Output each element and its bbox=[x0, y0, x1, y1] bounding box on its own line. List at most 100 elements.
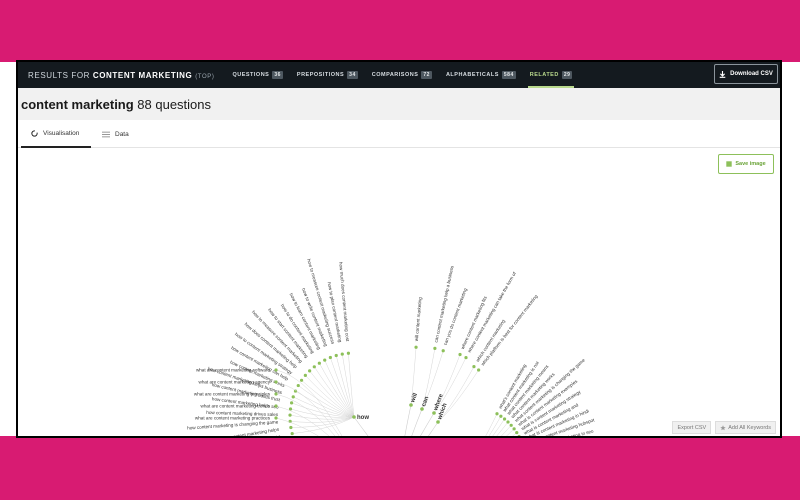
view-tabs: Visualisation Data bbox=[18, 120, 780, 148]
branch-which-link bbox=[428, 421, 439, 436]
add-all-keywords-button[interactable]: Add All Keywords bbox=[715, 421, 776, 434]
results-suffix: (TOP) bbox=[195, 73, 215, 80]
leaf-node bbox=[312, 365, 316, 369]
leaf-node bbox=[502, 417, 507, 421]
leaf-link bbox=[485, 413, 498, 436]
leaf-node bbox=[472, 365, 476, 369]
leaf-node bbox=[512, 427, 516, 431]
leaf-label[interactable]: will content marketing bbox=[414, 297, 423, 342]
tab-count-badge: 34 bbox=[347, 71, 358, 79]
leaf-node bbox=[515, 430, 519, 435]
download-csv-label: Download CSV bbox=[730, 71, 773, 77]
branch-will-label[interactable]: will bbox=[410, 392, 419, 404]
results-heading: RESULTS FOR CONTENT MARKETING (TOP) bbox=[28, 71, 214, 80]
leaf-node bbox=[303, 373, 307, 377]
leaf-node bbox=[517, 434, 521, 436]
branch-will-link bbox=[404, 404, 412, 436]
tab-label: QUESTIONS bbox=[232, 72, 270, 78]
page-title: content marketing 88 questions bbox=[21, 97, 211, 112]
leaf-node bbox=[433, 346, 437, 350]
branch-how-label[interactable]: how bbox=[357, 415, 369, 421]
results-prefix: RESULTS FOR bbox=[28, 70, 93, 80]
leaf-label[interactable]: what are content marketing practices bbox=[195, 416, 271, 421]
app-window: RESULTS FOR CONTENT MARKETING (TOP) QUES… bbox=[18, 62, 780, 436]
leaf-node bbox=[346, 351, 351, 355]
circle-icon bbox=[31, 129, 38, 137]
leaf-node bbox=[506, 420, 510, 424]
tab-visualisation[interactable]: Visualisation bbox=[21, 120, 91, 148]
tab-label: ALPHABETICALS bbox=[445, 72, 499, 78]
branch-which-node bbox=[436, 420, 440, 424]
leaf-node bbox=[477, 368, 481, 372]
leaf-node bbox=[299, 378, 304, 382]
leaf-node bbox=[289, 425, 293, 430]
tab-count-badge: 29 bbox=[561, 71, 573, 79]
tab-label: COMPARISONS bbox=[371, 72, 419, 78]
leaf-node bbox=[274, 392, 278, 396]
tab-comparisons[interactable]: COMPARISONS 72 bbox=[372, 62, 432, 88]
leaf-node bbox=[499, 414, 503, 418]
download-csv-button[interactable]: Download CSV bbox=[714, 64, 778, 84]
leaf-node bbox=[290, 431, 294, 436]
nav-tabs: QUESTIONS 36 PREPOSITIONS 34 COMPARISONS 72… bbox=[232, 62, 586, 88]
tab-label: RELATED bbox=[529, 72, 559, 78]
leaf-label[interactable]: what are content marketing software bbox=[196, 368, 270, 373]
tab-count-badge: 36 bbox=[272, 71, 283, 79]
leaf-node bbox=[274, 416, 278, 420]
leaf-link bbox=[500, 425, 512, 436]
leaf-node bbox=[458, 352, 462, 357]
branch-where-node bbox=[432, 411, 436, 415]
leaf-node bbox=[274, 380, 278, 384]
leaf-label[interactable]: what are content marketing trends bbox=[201, 404, 271, 409]
leaf-node bbox=[340, 352, 344, 356]
tab-alphabeticals[interactable]: ALPHABETICALS 584 bbox=[446, 62, 516, 88]
leaf-label[interactable]: what are content marketing agency bbox=[199, 380, 271, 385]
leaf-node bbox=[495, 412, 499, 416]
leaf-node bbox=[288, 413, 292, 417]
leaf-link bbox=[488, 416, 502, 436]
leaf-link bbox=[290, 408, 355, 418]
leaf-node bbox=[274, 404, 278, 408]
tab-label: PREPOSITIONS bbox=[296, 72, 345, 78]
export-csv-button[interactable]: Export CSV bbox=[672, 421, 712, 434]
tab-visualisation-label: Visualisation bbox=[43, 129, 80, 137]
leaf-link bbox=[496, 421, 509, 436]
leaf-node bbox=[289, 401, 294, 405]
question-wheel-visualisation: how content marketing workshow content m… bbox=[187, 258, 596, 436]
leaf-node bbox=[317, 361, 321, 365]
tab-data[interactable]: Data bbox=[102, 120, 142, 148]
question-count: 88 questions bbox=[133, 97, 212, 112]
leaf-label[interactable]: which platform is best for content marke… bbox=[480, 293, 539, 366]
export-csv-label: Export CSV bbox=[677, 424, 707, 431]
title-keyword: content marketing bbox=[21, 97, 134, 112]
leaf-link bbox=[330, 357, 355, 418]
leaf-node bbox=[296, 383, 300, 388]
tab-data-label: Data bbox=[115, 130, 129, 138]
tab-count-badge: 584 bbox=[501, 71, 516, 79]
results-keyword: CONTENT MARKETING bbox=[92, 70, 193, 80]
tab-count-badge: 72 bbox=[421, 71, 432, 79]
star-icon bbox=[720, 424, 726, 430]
leaf-label[interactable]: how content marketing helps bbox=[221, 427, 280, 436]
leaf-node bbox=[291, 395, 295, 399]
leaf-node bbox=[414, 345, 418, 349]
leaf-node bbox=[323, 358, 327, 362]
branch-can-label[interactable]: can bbox=[421, 395, 430, 407]
leaf-node bbox=[308, 369, 312, 373]
page-header: content marketing 88 questions bbox=[18, 88, 780, 120]
bottom-actions: Export CSV Add All Keywords bbox=[668, 421, 776, 434]
tab-prepositions[interactable]: PREPOSITIONS 34 bbox=[297, 62, 358, 88]
leaf-node bbox=[328, 355, 332, 360]
branch-can-node bbox=[420, 407, 424, 411]
screenshot-frame: RESULTS FOR CONTENT MARKETING (TOP) QUES… bbox=[16, 60, 782, 438]
leaf-node bbox=[274, 368, 278, 372]
leaf-node bbox=[509, 423, 513, 427]
leaf-node bbox=[334, 353, 338, 358]
branch-will-node bbox=[409, 403, 413, 407]
tab-questions[interactable]: QUESTIONS 36 bbox=[232, 62, 283, 88]
leaf-label[interactable]: what are content marketing principles bbox=[194, 392, 271, 397]
branch-how-node bbox=[352, 415, 356, 419]
leaf-node bbox=[441, 349, 445, 353]
download-icon bbox=[719, 70, 726, 78]
tab-related[interactable]: RELATED 29 bbox=[527, 62, 575, 88]
